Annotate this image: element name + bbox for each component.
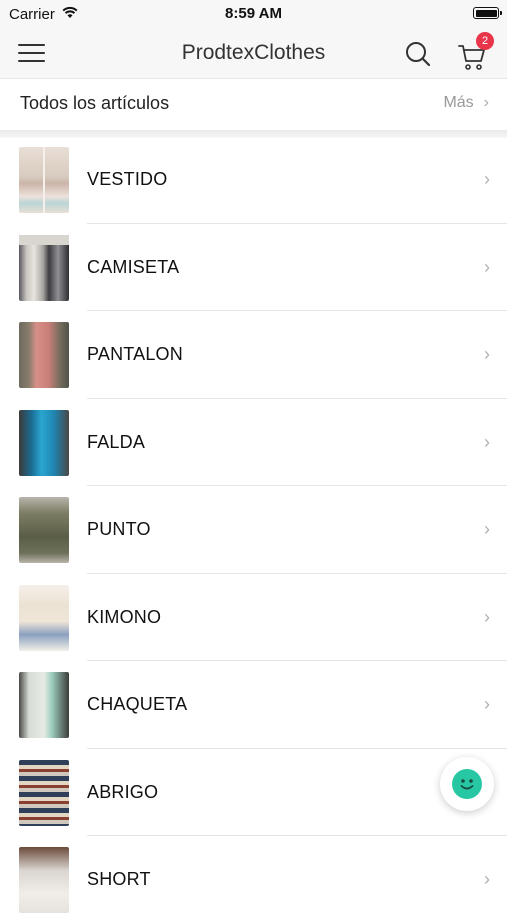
- category-row-vestido[interactable]: VESTIDO ›: [0, 136, 507, 224]
- section-title: Todos los artículos: [20, 93, 170, 113]
- section-header: Todos los artículos Más ›: [0, 78, 507, 131]
- more-link[interactable]: Más ›: [443, 94, 489, 112]
- category-label: KIMONO: [87, 606, 162, 627]
- hamburger-menu-icon[interactable]: [18, 42, 46, 64]
- category-label: ABRIGO: [87, 781, 159, 802]
- product-thumbnail: [19, 759, 69, 826]
- battery-icon: [473, 7, 502, 19]
- nav-bar: ProdtexClothes 2: [0, 28, 507, 78]
- cart-count-badge: 2: [476, 32, 494, 50]
- chevron-right-icon: ›: [483, 94, 489, 111]
- chevron-right-icon: ›: [484, 869, 490, 889]
- category-row-falda[interactable]: FALDA ›: [0, 399, 507, 486]
- category-label: FALDA: [87, 431, 146, 452]
- chevron-right-icon: ›: [484, 169, 490, 189]
- category-label: PUNTO: [87, 519, 151, 539]
- category-row-short[interactable]: SHORT ›: [0, 836, 507, 924]
- more-label: Más: [443, 94, 474, 111]
- chevron-right-icon: ›: [484, 519, 490, 539]
- category-label: VESTIDO: [87, 169, 168, 189]
- category-label: CAMISETA: [87, 256, 180, 277]
- chat-button[interactable]: [440, 757, 494, 811]
- clock: 8:59 AM: [225, 5, 282, 22]
- category-list: VESTIDO › CAMISETA › PANTALON › FALDA › …: [0, 136, 507, 924]
- category-row-pantalon[interactable]: PANTALON ›: [0, 311, 507, 399]
- category-label: SHORT: [87, 869, 151, 889]
- chevron-right-icon: ›: [484, 431, 490, 452]
- category-row-chaqueta[interactable]: CHAQUETA ›: [0, 661, 507, 749]
- product-thumbnail: [19, 497, 69, 563]
- chat-smiley-icon: [452, 769, 482, 799]
- chevron-right-icon: ›: [484, 256, 490, 277]
- product-thumbnail: [19, 584, 69, 651]
- product-thumbnail: [19, 847, 69, 913]
- category-row-punto[interactable]: PUNTO ›: [0, 486, 507, 574]
- product-thumbnail: [19, 672, 69, 738]
- status-bar: Carrier 8:59 AM: [0, 0, 507, 28]
- category-row-camiseta[interactable]: CAMISETA ›: [0, 224, 507, 311]
- product-thumbnail: [19, 234, 69, 301]
- product-thumbnail: [19, 409, 69, 476]
- category-row-abrigo[interactable]: ABRIGO ›: [0, 749, 507, 836]
- product-thumbnail: [19, 147, 69, 213]
- category-label: CHAQUETA: [87, 694, 188, 714]
- category-label: PANTALON: [87, 344, 183, 364]
- category-row-kimono[interactable]: KIMONO ›: [0, 574, 507, 661]
- chevron-right-icon: ›: [484, 344, 490, 364]
- chevron-right-icon: ›: [484, 694, 490, 714]
- chevron-right-icon: ›: [484, 606, 490, 627]
- cart-button[interactable]: 2: [455, 32, 494, 71]
- search-icon[interactable]: [403, 39, 433, 69]
- product-thumbnail: [19, 322, 69, 388]
